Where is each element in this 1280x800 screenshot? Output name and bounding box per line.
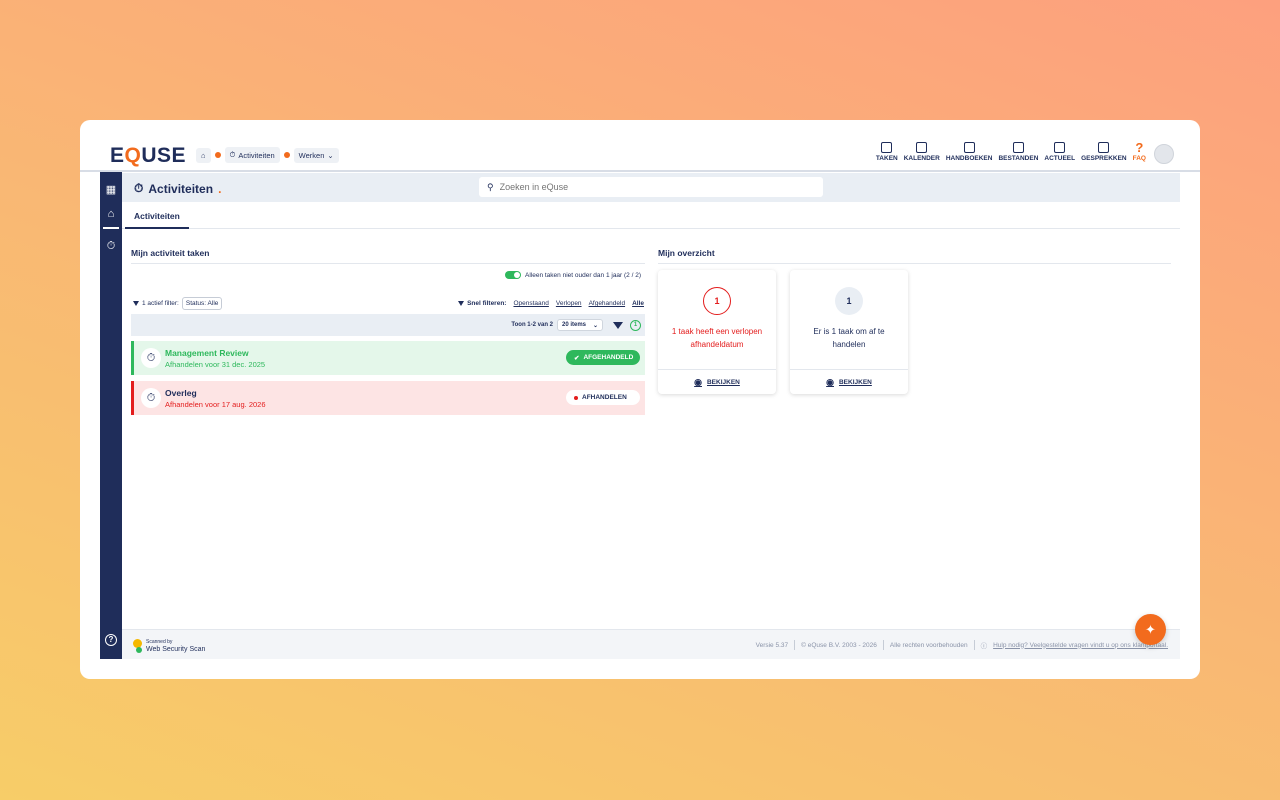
eye-icon: ◉ <box>826 376 834 387</box>
view-todo-button[interactable]: ◉ BEKIJKEN <box>790 369 908 394</box>
security-scan-badge[interactable]: Scanned by Web Security Scan <box>133 638 205 654</box>
quick-filter-verlopen[interactable]: Verlopen <box>556 300 582 307</box>
todo-count: 1 <box>835 287 863 315</box>
app-window: EQUSE ⌂ ⏱ Activiteiten Werken ⌄ TAKEN KA… <box>80 120 1200 679</box>
nav-actueel[interactable]: ACTUEEL <box>1044 142 1075 162</box>
age-filter-toggle-row: Alleen taken niet ouder dan 1 jaar (2 / … <box>505 271 641 279</box>
overview-card-todo: 1 Er is 1 taak om af te handelen ◉ BEKIJK… <box>790 270 908 394</box>
stopwatch-icon[interactable]: ⏱ <box>105 240 117 252</box>
page-header: ⏱ Activiteiten. ⚲ <box>122 173 1180 202</box>
question-icon: ? <box>1135 140 1144 155</box>
quick-filter-openstaand[interactable]: Openstaand <box>513 300 548 307</box>
overview-card-text: 1 taak heeft een verlopen afhandeldatum <box>671 327 763 349</box>
view-expired-button[interactable]: ◉ BEKIJKEN <box>658 369 776 394</box>
quick-filters: Snel filteren: Openstaand Verlopen Afgeh… <box>458 300 644 307</box>
news-icon <box>1054 142 1066 153</box>
breadcrumb: ⌂ ⏱ Activiteiten Werken ⌄ <box>196 147 339 163</box>
home-icon[interactable]: ⌂ <box>105 208 117 220</box>
red-dot-icon <box>574 395 578 400</box>
expired-count: 1 <box>703 287 731 315</box>
version-text: Versie 5.37 <box>755 641 789 649</box>
eye-icon: ◉ <box>694 376 702 387</box>
book-icon <box>963 142 975 153</box>
chat-icon <box>1098 142 1110 153</box>
divider <box>658 263 1171 264</box>
nav-bestanden[interactable]: BESTANDEN <box>998 142 1038 162</box>
task-due-date: Afhandelen voor 31 dec. 2025 <box>165 360 266 369</box>
nav-faq[interactable]: ? FAQ <box>1133 140 1146 162</box>
help-circle-icon: ⓘ <box>980 643 988 650</box>
task-row[interactable]: ⏱ Management Review Afhandelen voor 31 d… <box>131 341 645 375</box>
task-row[interactable]: ⏱ Overleg Afhandelen voor 17 aug. 2026 A… <box>131 381 645 415</box>
filter-icon[interactable] <box>613 321 623 329</box>
page-title: ⏱ Activiteiten. <box>134 181 222 196</box>
filter-icon <box>133 301 139 306</box>
nav-taken[interactable]: TAKEN <box>876 142 898 162</box>
help-icon[interactable]: ? <box>105 634 117 646</box>
status-filter-chip[interactable]: Status: Alle <box>181 297 223 310</box>
avatar[interactable] <box>1154 144 1174 164</box>
status-badge[interactable]: AFHANDELEN <box>566 390 640 405</box>
breadcrumb-home[interactable]: ⌂ <box>196 147 211 163</box>
breadcrumb-separator-icon <box>214 152 221 158</box>
filter-icon <box>458 301 465 306</box>
tab-activiteiten[interactable]: Activiteiten <box>125 202 189 229</box>
sidebar: ▦ ⌂ ⏱ <box>100 172 122 659</box>
chevron-down-icon: ⌄ <box>592 322 598 329</box>
chevron-down-icon: ⌄ <box>327 150 334 160</box>
medal-icon <box>133 639 142 653</box>
page-size-select[interactable]: 20 items ⌄ <box>557 319 603 331</box>
search-icon: ⚲ <box>487 181 494 192</box>
stopwatch-icon: ⏱ <box>141 348 161 368</box>
tasks-section-title: Mijn activiteit taken <box>131 248 210 258</box>
nav-kalender[interactable]: KALENDER <box>904 142 940 162</box>
task-due-date: Afhandelen voor 17 aug. 2026 <box>165 400 266 409</box>
overview-section-title: Mijn overzicht <box>658 248 715 258</box>
filter-row: 1 actief filter: Status: Alle Snel filte… <box>133 297 644 310</box>
status-badge[interactable]: ✔ AFGEHANDELD <box>566 350 640 365</box>
footer-info: Versie 5.37 © eQuse B.V. 2003 - 2026 All… <box>756 640 1168 650</box>
stopwatch-icon: ⏱ <box>229 150 236 159</box>
top-bar: EQUSE ⌂ ⏱ Activiteiten Werken ⌄ TAKEN KA… <box>80 120 1200 172</box>
ai-assistant-button[interactable]: ✦ <box>1135 614 1166 645</box>
check-icon: ✔ <box>574 354 580 362</box>
stopwatch-icon: ⏱ <box>141 388 161 408</box>
task-title[interactable]: Management Review <box>165 348 249 358</box>
quick-filter-afgehandeld[interactable]: Afgehandeld <box>589 300 626 307</box>
breadcrumb-activiteiten[interactable]: ⏱ Activiteiten <box>224 147 280 163</box>
overview-card-text: Er is 1 taak om af te handelen <box>813 327 885 349</box>
footer: Scanned by Web Security Scan Versie 5.37… <box>122 629 1180 659</box>
tab-bar: Activiteiten <box>122 202 1180 229</box>
home-icon: ⌂ <box>201 150 206 160</box>
main-nav: TAKEN KALENDER HANDBOEKEN BESTANDEN ACTU… <box>876 140 1146 162</box>
nav-gesprekken[interactable]: GESPREKKEN <box>1081 142 1127 162</box>
equse-logo[interactable]: EQUSE <box>110 144 186 168</box>
calendar-icon <box>916 142 928 153</box>
apps-grid-icon[interactable]: ▦ <box>105 184 117 196</box>
search-box[interactable]: ⚲ <box>479 177 823 197</box>
nav-handboeken[interactable]: HANDBOEKEN <box>946 142 992 162</box>
copyright-text: © eQuse B.V. 2003 - 2026 <box>801 641 877 649</box>
rights-text: Alle rechten voorbehouden <box>889 641 968 649</box>
archive-icon <box>1012 142 1024 153</box>
task-title[interactable]: Overleg <box>165 388 197 398</box>
clipboard-icon <box>881 142 893 153</box>
divider <box>131 263 645 264</box>
overview-card-expired: 1 1 taak heeft een verlopen afhandeldatu… <box>658 270 776 394</box>
sidebar-active-indicator <box>103 227 119 229</box>
breadcrumb-werken-dropdown[interactable]: Werken ⌄ <box>293 147 339 163</box>
breadcrumb-separator-icon <box>283 152 290 158</box>
quick-filter-alle[interactable]: Alle <box>632 300 644 307</box>
stopwatch-icon: ⏱ <box>134 181 144 195</box>
sparkle-icon: ✦ <box>1145 622 1156 637</box>
search-input[interactable] <box>499 182 800 192</box>
age-filter-toggle[interactable] <box>505 271 521 279</box>
pager-bar: Toon 1-2 van 2 20 items ⌄ 1 <box>131 314 645 336</box>
active-filter-count-badge[interactable]: 1 <box>630 319 641 331</box>
